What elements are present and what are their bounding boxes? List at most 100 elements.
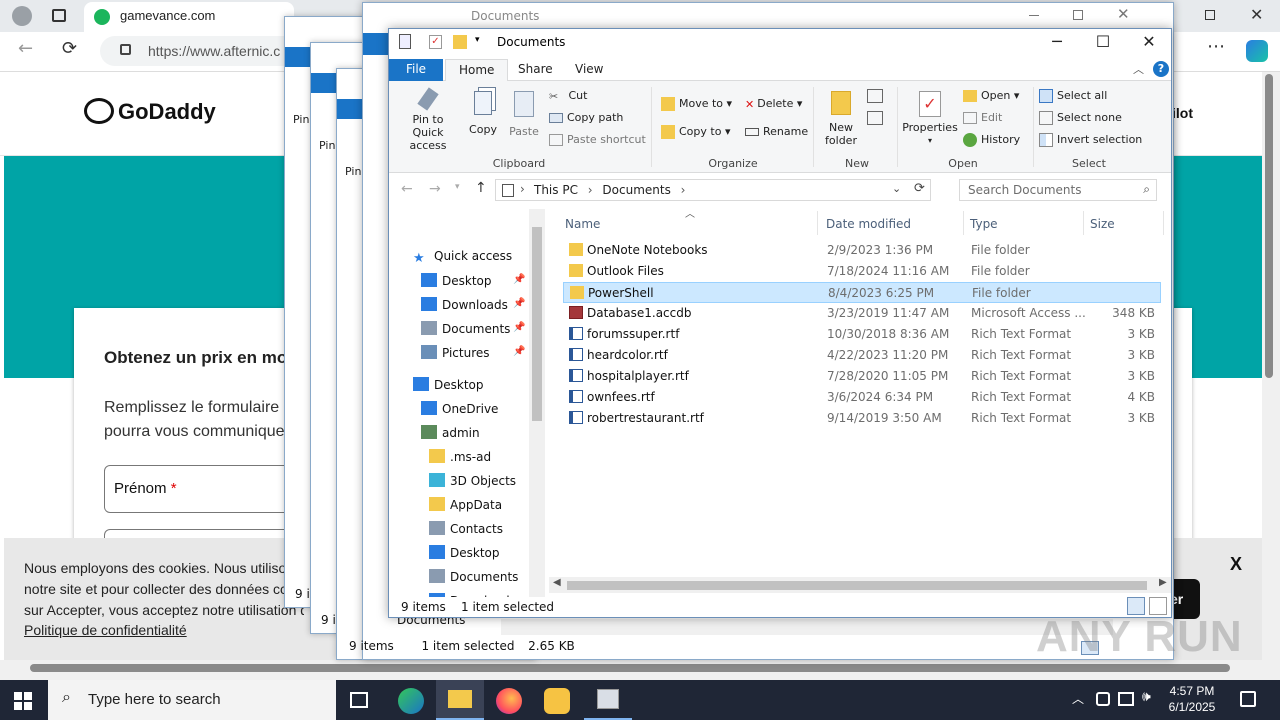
tab-view[interactable]: View [562, 59, 616, 81]
network-tray-icon[interactable] [1118, 692, 1134, 706]
close-button[interactable]: ✕ [1126, 29, 1172, 55]
collapse-ribbon-icon[interactable]: ︿ [1133, 61, 1144, 77]
pin-icon[interactable]: 📌 [513, 346, 525, 357]
tree-item[interactable]: Desktop 📌 [421, 273, 525, 288]
new-folder-button[interactable]: New folder [817, 87, 865, 147]
page-horizontal-scroll-thumb[interactable] [30, 664, 1230, 672]
file-row[interactable]: robertrestaurant.rtf 9/14/2019 3:50 AM Ric… [563, 408, 1161, 429]
file-row[interactable]: OneNote Notebooks 2/9/2023 1:36 PM File fo… [563, 240, 1161, 261]
godaddy-logo[interactable]: GoDaddy [84, 98, 216, 125]
tab-share[interactable]: Share [505, 59, 566, 81]
list-horizontal-scroll-thumb[interactable] [567, 581, 1147, 590]
properties-button[interactable]: ✓ Properties ▾ [901, 87, 959, 147]
search-input[interactable]: Search Documents ⌕ [959, 179, 1157, 201]
file-explorer-window[interactable]: ✓ ▾ Documents ─ ☐ ✕ File Home Share View… [388, 28, 1172, 618]
close-browser-icon[interactable]: ✕ [1250, 5, 1263, 24]
history-button[interactable]: History [963, 133, 1020, 147]
tab-gamevance[interactable]: gamevance.com [84, 2, 294, 32]
tree-item[interactable]: Desktop [413, 377, 484, 392]
tree-item[interactable]: Documents 📌 [421, 321, 525, 336]
tree-item[interactable]: admin [421, 425, 480, 440]
qat-checkmark-icon[interactable]: ✓ [429, 35, 442, 49]
tree-item[interactable]: .ms-ad [429, 449, 491, 464]
file-row[interactable]: hospitalplayer.rtf 7/28/2020 11:05 PM Rich… [563, 366, 1161, 387]
open-button[interactable]: Open ▾ [963, 89, 1019, 102]
tree-item[interactable]: 3D Objects [429, 473, 516, 488]
paste-shortcut-button[interactable]: Paste shortcut [549, 133, 646, 146]
scroll-left-icon[interactable]: ◀ [553, 577, 561, 588]
qat-newfolder-icon[interactable] [453, 35, 467, 49]
easy-access-icon[interactable] [867, 111, 883, 125]
pin-icon[interactable]: 📌 [513, 322, 525, 333]
copy-to-button[interactable]: Copy to ▾ [661, 125, 730, 139]
file-row[interactable]: PowerShell 8/4/2023 6:25 PM File folder [563, 282, 1161, 303]
file-row[interactable]: ownfees.rtf 3/6/2024 6:34 PM Rich Text For… [563, 387, 1161, 408]
select-none-button[interactable]: Select none [1039, 111, 1122, 125]
volume-tray-icon[interactable]: 🕪 [1142, 689, 1151, 705]
file-explorer-taskbar-icon[interactable] [436, 680, 484, 720]
url-field[interactable]: https://www.afternic.c [100, 36, 300, 66]
column-type[interactable]: Type [970, 217, 998, 231]
file-row[interactable]: Outlook Files 7/18/2024 11:16 AM File fold… [563, 261, 1161, 282]
restore-browser-icon[interactable] [1205, 10, 1215, 20]
outer-maximize-icon[interactable] [1073, 10, 1083, 20]
new-item-icon[interactable] [867, 89, 883, 103]
task-view-icon[interactable] [350, 692, 368, 708]
back-icon[interactable]: ← [18, 38, 33, 59]
address-path[interactable]: › This PC › Documents › ⌄ ⟳ [495, 179, 931, 201]
first-name-field[interactable]: Prénom * [104, 465, 304, 513]
cookie-close-button[interactable]: X [1230, 554, 1242, 575]
pin-quick-access-button[interactable]: Pin to Quick access [393, 87, 463, 152]
path-this-pc[interactable]: This PC [534, 183, 578, 197]
invert-selection-button[interactable]: Invert selection [1039, 133, 1142, 147]
tree-item[interactable]: Documents [429, 569, 518, 584]
file-row[interactable]: forumssuper.rtf 10/30/2018 8:36 AM Rich Te… [563, 324, 1161, 345]
column-date-modified[interactable]: Date modified [826, 217, 911, 231]
copy-path-button[interactable]: Copy path [549, 111, 623, 124]
back-arrow-icon[interactable]: ← [401, 181, 413, 197]
copy-button[interactable]: Copy [465, 87, 501, 136]
show-hidden-icons-icon[interactable]: ︿ [1072, 690, 1084, 707]
page-vertical-scroll-thumb[interactable] [1265, 74, 1273, 378]
help-icon[interactable]: ? [1153, 61, 1169, 77]
app-taskbar-icon[interactable] [544, 688, 570, 714]
installer-taskbar-icon[interactable] [584, 680, 632, 720]
tab-file[interactable]: File [389, 59, 443, 81]
firefox-taskbar-icon[interactable] [496, 688, 522, 714]
taskbar-search-input[interactable]: ⌕ Type here to search [48, 680, 336, 720]
tree-scroll-thumb[interactable] [532, 227, 542, 421]
outer-minimize-icon[interactable] [1029, 15, 1039, 16]
start-windows-icon[interactable] [14, 692, 32, 710]
refresh-icon[interactable]: ⟳ [914, 181, 925, 196]
header-right-text[interactable]: ilot [1172, 105, 1193, 121]
outer-close-icon[interactable]: ✕ [1117, 5, 1130, 23]
select-all-button[interactable]: Select all [1039, 89, 1107, 103]
delete-button[interactable]: ✕ Delete ▾ [745, 97, 802, 111]
tree-item[interactable]: Pictures 📌 [421, 345, 525, 360]
outer-hscroll[interactable] [501, 619, 1113, 635]
explorer-titlebar[interactable]: ✓ ▾ Documents ─ ☐ ✕ [389, 29, 1171, 55]
tree-item[interactable]: AppData [429, 497, 502, 512]
rename-button[interactable]: Rename [745, 125, 808, 138]
outer-ribbon-file[interactable] [363, 33, 389, 55]
file-row[interactable]: heardcolor.rtf 4/22/2023 11:20 PM Rich Tex… [563, 345, 1161, 366]
scroll-right-icon[interactable]: ▶ [1159, 577, 1167, 588]
tree-item[interactable]: Desktop [429, 545, 500, 560]
recent-locations-icon[interactable]: ▾ [455, 182, 460, 192]
edge-taskbar-icon[interactable] [398, 688, 424, 714]
maximize-button[interactable]: ☐ [1080, 29, 1126, 55]
minimize-button[interactable]: ─ [1034, 29, 1080, 55]
column-size[interactable]: Size [1090, 217, 1115, 231]
column-name[interactable]: Name [565, 217, 600, 231]
profile-icon[interactable] [12, 6, 32, 26]
move-to-button[interactable]: Move to ▾ [661, 97, 732, 111]
reload-icon[interactable]: ⟳ [62, 38, 77, 59]
forward-arrow-icon[interactable]: → [429, 181, 441, 197]
tab-actions-icon[interactable] [52, 9, 66, 22]
paste-button[interactable]: Paste [505, 87, 543, 138]
qat-dropdown-icon[interactable]: ▾ [475, 35, 480, 45]
tree-item[interactable]: ★ Quick access [413, 249, 512, 266]
cut-button[interactable]: ✂ Cut [549, 89, 587, 103]
menu-dots-icon[interactable]: ⋯ [1207, 36, 1225, 57]
tab-home[interactable]: Home [445, 59, 509, 81]
